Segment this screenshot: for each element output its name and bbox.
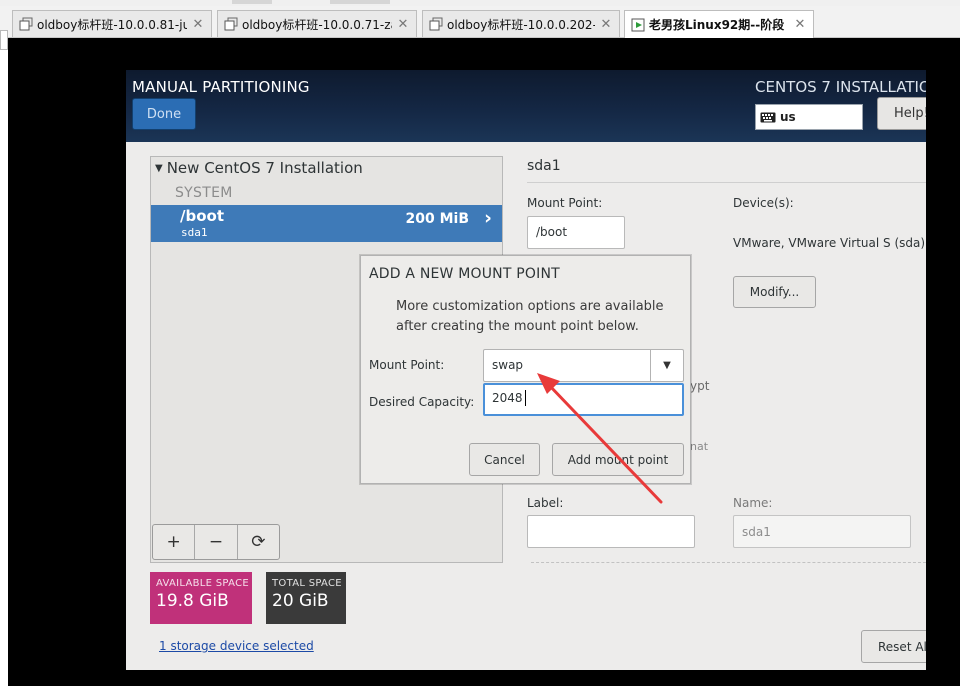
keyboard-layout-value: us [780, 110, 796, 124]
vm-running-icon [631, 18, 645, 32]
storage-device-link[interactable]: 1 storage device selected [159, 639, 314, 653]
available-space-label: AVAILABLE SPACE [156, 578, 249, 589]
tab-label: 老男孩Linux92期--阶段 [649, 18, 785, 32]
keyboard-icon [760, 112, 776, 122]
chevron-right-icon: › [484, 207, 492, 229]
dialog-description: More customization options are available… [396, 299, 664, 334]
system-group-label: SYSTEM [175, 185, 233, 201]
text-cursor [525, 390, 526, 406]
remove-partition-button[interactable]: − [195, 525, 238, 559]
divider [527, 182, 926, 183]
refresh-icon[interactable]: ⟳ [238, 525, 279, 559]
add-mount-point-button[interactable]: Add mount point [552, 443, 684, 476]
expand-triangle-icon[interactable]: ▼ [155, 163, 163, 174]
mount-point-selected-value: swap [492, 358, 524, 372]
label-field-label: Label: [527, 496, 564, 510]
partition-row-boot[interactable]: /boot sda1 200 MiB › [151, 205, 502, 242]
dashed-divider [531, 562, 926, 563]
tab-label: oldboy标杆班-10.0.0.202-ne... [447, 17, 595, 32]
dropdown-arrow-icon[interactable]: ▼ [650, 350, 683, 381]
encrypt-partial-text: ypt [690, 379, 710, 393]
dialog-title: ADD A NEW MOUNT POINT [369, 266, 560, 282]
name-field[interactable]: sda1 [733, 515, 911, 548]
partition-size: 200 MiB [405, 211, 470, 227]
desired-capacity-label: Desired Capacity: [369, 395, 475, 409]
tab-vm-71[interactable]: oldboy标杆班-10.0.0.71-zabbix ✕ [217, 10, 417, 37]
vm-window-icon [19, 17, 33, 31]
cancel-button[interactable]: Cancel [469, 443, 540, 476]
tab-close-icon[interactable]: ✕ [191, 17, 205, 32]
partition-device: sda1 [181, 226, 208, 239]
tab-vm-81[interactable]: oldboy标杆班-10.0.0.81-jum... ✕ [12, 10, 212, 37]
installation-tree-title[interactable]: ▼ New CentOS 7 Installation [155, 159, 363, 177]
dialog-mount-point-label: Mount Point: [369, 358, 445, 372]
strip-notch [232, 0, 272, 4]
installer-header: MANUAL PARTITIONING Done CENTOS 7 INSTAL… [126, 70, 926, 142]
add-partition-button[interactable]: + [153, 525, 196, 559]
label-field[interactable] [527, 515, 695, 548]
help-button[interactable]: Help! [877, 97, 926, 130]
name-field-label: Name: [733, 496, 773, 510]
keyboard-layout-indicator[interactable]: us [755, 104, 863, 130]
desired-capacity-value: 2048 [492, 391, 523, 405]
strip-notch [330, 0, 390, 4]
mount-point-field[interactable]: /boot [527, 216, 625, 249]
vm-window-icon [429, 17, 443, 31]
tab-bar: oldboy标杆班-10.0.0.81-jum... ✕ oldboy标杆班-1… [0, 6, 960, 38]
desired-capacity-input[interactable]: 2048 [483, 383, 684, 416]
mount-point-label: Mount Point: [527, 196, 603, 210]
devices-label: Device(s): [733, 196, 794, 210]
done-button[interactable]: Done [132, 98, 196, 130]
total-space-label: TOTAL SPACE [272, 578, 342, 589]
available-space-box: AVAILABLE SPACE 19.8 GiB [150, 572, 252, 624]
devices-value: VMware, VMware Virtual S (sda) [733, 236, 926, 250]
modify-button[interactable]: Modify... [733, 276, 816, 308]
reformat-partial-text: nat [690, 440, 709, 453]
partition-action-buttons: + − ⟳ [152, 524, 280, 560]
tab-close-icon[interactable]: ✕ [599, 17, 613, 32]
vm-window-icon [224, 17, 238, 31]
tab-vm-202[interactable]: oldboy标杆班-10.0.0.202-ne... ✕ [422, 10, 620, 37]
add-mount-point-dialog: ADD A NEW MOUNT POINT More customization… [360, 255, 691, 484]
product-title: CENTOS 7 INSTALLATIO [755, 78, 926, 96]
tab-close-icon[interactable]: ✕ [396, 17, 410, 32]
tree-title-label: New CentOS 7 Installation [166, 159, 363, 177]
tab-label: oldboy标杆班-10.0.0.81-jum... [37, 17, 187, 32]
total-space-value: 20 GiB [272, 591, 329, 611]
partition-detail-heading: sda1 [527, 158, 561, 174]
page-title: MANUAL PARTITIONING [132, 78, 310, 96]
tab-close-icon[interactable]: ✕ [793, 17, 807, 32]
window-left-edge [0, 30, 8, 50]
total-space-box: TOTAL SPACE 20 GiB [266, 572, 346, 624]
reset-all-button[interactable]: Reset Al [861, 630, 926, 663]
tab-vm-active[interactable]: 老男孩Linux92期--阶段 ✕ [624, 10, 814, 38]
tab-label: oldboy标杆班-10.0.0.71-zabbix [242, 17, 392, 32]
partition-mount-point: /boot [180, 207, 224, 225]
available-space-value: 19.8 GiB [156, 591, 229, 611]
mount-point-combobox[interactable]: swap ▼ [483, 349, 684, 382]
